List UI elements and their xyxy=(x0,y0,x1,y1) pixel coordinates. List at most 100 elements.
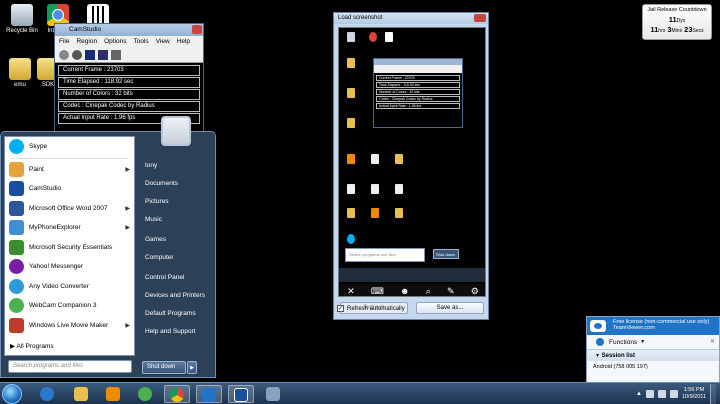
start-item-word[interactable]: Microsoft Office Word 2007 ▶ xyxy=(5,199,134,219)
start-item-yahoo-messenger[interactable]: Yahoo! Messenger xyxy=(5,257,134,277)
functions-menu[interactable]: Functions ▼ xyxy=(587,335,719,349)
refresh-automatically-checkbox[interactable]: ✓ xyxy=(337,305,344,312)
video-converter-icon xyxy=(9,278,24,294)
start-item-camstudio[interactable]: CamStudio xyxy=(5,179,134,199)
countdown-days-unit: Dys xyxy=(676,18,686,24)
gear-icon: ⚙ xyxy=(470,285,479,296)
pause-icon[interactable] xyxy=(72,50,82,60)
load-titlebar[interactable]: Load screenshot xyxy=(334,13,488,24)
session-list-header[interactable]: ▼ Session list xyxy=(587,349,719,361)
show-desktop-button[interactable] xyxy=(710,384,716,404)
preview-stat: Codec : Cinepak Codec by Radius xyxy=(376,96,460,102)
start-button[interactable] xyxy=(2,384,22,404)
window-title: Load screenshot xyxy=(338,15,383,21)
stat-codec: Codec : Cinepak Codec by Radius xyxy=(58,101,200,112)
start-item-paint[interactable]: Paint ▶ xyxy=(5,160,134,180)
clock-date: 10/9/2011 xyxy=(681,394,706,400)
menu-region[interactable]: Region xyxy=(76,38,97,45)
start-default-programs[interactable]: Default Programs xyxy=(139,306,215,324)
start-computer[interactable]: Computer xyxy=(139,250,215,268)
taskbar-teamviewer[interactable] xyxy=(196,385,222,403)
chevron-right-icon[interactable]: ▶ xyxy=(125,166,130,173)
start-control-panel[interactable]: Control Panel xyxy=(139,270,215,288)
all-programs[interactable]: ▶ All Programs xyxy=(4,339,135,355)
menu-help[interactable]: Help xyxy=(177,38,190,45)
chevron-right-icon[interactable]: ▶ xyxy=(125,205,130,212)
start-item-movie-maker[interactable]: Windows Live Movie Maker ▶ xyxy=(5,316,134,336)
start-item-any-video-converter[interactable]: Any Video Converter xyxy=(5,277,134,297)
start-menu-programs: Skype Paint ▶ CamStudio Microsoft Office… xyxy=(4,136,135,356)
network-icon[interactable] xyxy=(657,390,666,398)
desktop-icon-label: Recycle Bin xyxy=(6,28,38,34)
record-icon[interactable] xyxy=(59,50,69,60)
tray-icon[interactable] xyxy=(645,390,654,398)
chevron-up-icon[interactable]: ▲ xyxy=(636,391,642,397)
camstudio-titlebar[interactable]: CamStudio xyxy=(55,24,203,36)
taskbar-explorer[interactable] xyxy=(68,385,94,403)
save-as-button[interactable]: Save as... xyxy=(416,302,484,314)
folder-icon xyxy=(347,208,355,218)
volume-icon[interactable] xyxy=(669,390,678,398)
chevron-right-icon[interactable]: ▶ xyxy=(125,224,130,231)
word-icon xyxy=(9,200,24,216)
taskbar: ▲ 1:56 PM 10/9/2011 xyxy=(0,382,720,404)
start-pictures[interactable]: Pictures xyxy=(139,194,215,212)
chevron-right-icon[interactable]: ▶ xyxy=(125,322,130,329)
menu-file[interactable]: File xyxy=(59,38,69,45)
start-item-myphoneexplorer[interactable]: MyPhoneExplorer ▶ xyxy=(5,218,134,238)
taskbar-app[interactable] xyxy=(260,385,286,403)
shutdown-button[interactable]: Shut down xyxy=(142,361,186,374)
keyboard-icon: ⌨ xyxy=(370,285,384,296)
start-games[interactable]: Games xyxy=(139,232,215,250)
teamviewer-panel[interactable]: Free license (non-commercial use only) T… xyxy=(586,316,720,384)
wrench-icon: ✎ xyxy=(446,285,455,296)
taskbar-ie[interactable] xyxy=(34,385,60,403)
close-icon[interactable] xyxy=(192,25,202,34)
chevron-down-icon: ▼ xyxy=(595,353,600,359)
options-icon[interactable] xyxy=(98,50,108,60)
skype-icon xyxy=(347,234,355,244)
taskbar-chrome[interactable] xyxy=(164,385,190,403)
clock[interactable]: 1:56 PM 10/9/2011 xyxy=(682,387,706,401)
menu-tools[interactable]: Tools xyxy=(134,38,149,45)
start-help-support[interactable]: Help and Support xyxy=(139,324,215,342)
shield-icon xyxy=(9,239,24,255)
taskbar-camstudio[interactable] xyxy=(228,385,254,403)
close-icon: ✕ xyxy=(347,285,355,296)
teamviewer-banner[interactable]: Free license (non-commercial use only) T… xyxy=(587,317,719,335)
desktop-icon-recycle-bin[interactable]: Recycle Bin xyxy=(2,4,42,34)
start-devices-printers[interactable]: Devices and Printers xyxy=(139,288,215,306)
menu-view[interactable]: View xyxy=(156,38,170,45)
start-search-input[interactable]: Search programs and files xyxy=(8,360,132,373)
session-row[interactable]: Android (758 005 197) xyxy=(587,361,719,373)
preview-search-box: Search programs and files xyxy=(345,248,425,262)
start-item-skype[interactable]: Skype xyxy=(5,137,134,157)
user-avatar[interactable] xyxy=(161,116,191,146)
taskbar-messenger[interactable] xyxy=(132,385,158,403)
preview-stat: Actual Input Rate : 1.96 fps xyxy=(376,103,460,109)
stop-icon[interactable] xyxy=(85,50,95,60)
load-screenshot-window[interactable]: Load screenshot Current Frame : 23703 Ti… xyxy=(333,12,489,320)
preview-stat: Number of Colors : 32 bits xyxy=(376,89,460,95)
start-user-name[interactable]: tony xyxy=(139,158,215,176)
stat-current-frame: Current Frame : 23703 xyxy=(58,65,200,76)
movie-maker-icon xyxy=(9,317,24,333)
close-icon[interactable] xyxy=(474,14,486,22)
menu-options[interactable]: Options xyxy=(104,38,126,45)
preview-camstudio-window: Current Frame : 23703 Time Elapsed : 118… xyxy=(373,58,463,128)
start-item-label: WebCam Companion 3 xyxy=(29,302,97,310)
start-music[interactable]: Music xyxy=(139,212,215,230)
start-item-webcam-companion[interactable]: WebCam Companion 3 xyxy=(5,296,134,316)
start-item-security-essentials[interactable]: Microsoft Security Essentials xyxy=(5,238,134,258)
countdown-gadget[interactable]: Jail Release Countdown 11Dys 11hrs 3Mins… xyxy=(642,4,712,40)
desktop-icon-label: emu xyxy=(14,82,26,88)
shutdown-options-button[interactable]: ▶ xyxy=(187,361,197,374)
start-documents[interactable]: Documents xyxy=(139,176,215,194)
refresh-automatically-row[interactable]: ✓ Refresh automatically xyxy=(337,305,405,312)
taskbar-media-player[interactable] xyxy=(100,385,126,403)
all-programs-label: All Programs xyxy=(16,343,54,350)
teamviewer-link[interactable]: TeamViewer.com xyxy=(613,325,716,331)
screenshot-preview: Current Frame : 23703 Time Elapsed : 118… xyxy=(338,27,486,297)
settings-icon[interactable] xyxy=(111,50,121,60)
teamviewer-logo-icon xyxy=(590,320,606,332)
